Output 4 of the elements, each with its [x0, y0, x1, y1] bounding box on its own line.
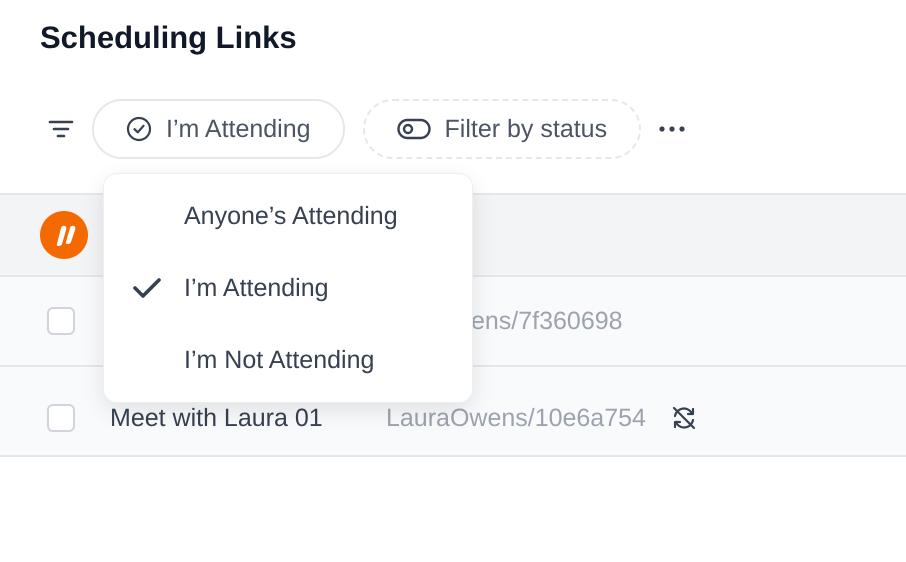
link-name: Meet with Laura 01: [110, 404, 324, 432]
page-title: Scheduling Links: [39, 19, 298, 57]
link-url: ens/7f360698: [471, 306, 623, 336]
link-url: LauraOwens/10e6a754: [386, 404, 646, 432]
